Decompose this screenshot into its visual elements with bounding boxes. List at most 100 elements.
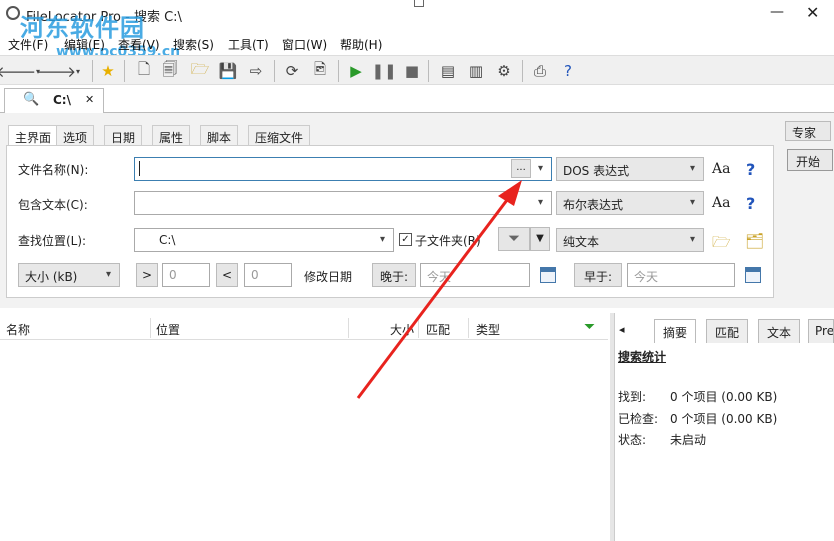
scroll-left-icon[interactable]: ◂ (619, 323, 625, 336)
document-tab-label: C:\ (53, 93, 71, 107)
menu-file[interactable]: 文件(F) (8, 36, 48, 53)
browse-button[interactable]: ... (511, 159, 531, 178)
location-input[interactable]: C:\ (134, 228, 394, 252)
document-tab-strip (0, 86, 834, 113)
search-icon: 🔍 (23, 92, 40, 107)
tab-archives[interactable]: 压缩文件 (248, 125, 311, 146)
help-book-icon[interactable]: ? (558, 61, 578, 81)
tab-text[interactable]: 文本 (758, 319, 801, 343)
menu-tools[interactable]: 工具(T) (228, 36, 269, 53)
help-icon[interactable]: ? (746, 194, 755, 213)
save-icon[interactable]: 💾 (218, 61, 238, 81)
before-button[interactable]: 早于: (574, 263, 622, 287)
pause-icon[interactable]: ❚❚ (371, 61, 396, 81)
expert-button[interactable]: 专家 (785, 121, 831, 141)
chevron-down-icon: ▾ (690, 163, 696, 174)
text-mode-select[interactable]: 纯文本 (556, 228, 704, 252)
restore-icon[interactable] (414, 0, 424, 7)
tab-options[interactable]: 选项 (56, 125, 95, 146)
layout-panels-icon[interactable]: ▤ (438, 61, 458, 81)
tab-preview[interactable]: Pre (808, 319, 834, 343)
filename-mode-select[interactable]: DOS 表达式 (556, 157, 704, 181)
max-size-input[interactable]: 0 (244, 263, 292, 287)
column-location[interactable]: 位置 (156, 321, 180, 338)
column-type[interactable]: 类型 (476, 321, 500, 338)
filename-input[interactable] (134, 157, 552, 181)
greater-than-button[interactable]: > (136, 263, 158, 287)
contains-input[interactable] (134, 191, 552, 215)
checked-label: 已检查: (618, 412, 659, 426)
start-button[interactable]: 开始 (787, 149, 833, 171)
subfolders-checkbox[interactable]: ✓ (399, 233, 412, 246)
tab-matches[interactable]: 匹配 (706, 319, 749, 343)
menu-search[interactable]: 搜索(S) (173, 36, 214, 53)
size-unit-select[interactable]: 大小 (kB) (18, 263, 120, 287)
column-name[interactable]: 名称 (6, 321, 30, 338)
tab-dates[interactable]: 日期 (104, 125, 143, 146)
chevron-down-icon: ▾ (106, 269, 112, 280)
status-label: 状态: (618, 433, 647, 447)
add-filter-icon[interactable]: ⏷ (584, 319, 595, 335)
calendar-icon[interactable] (540, 267, 556, 283)
minimize-button[interactable]: — (770, 4, 784, 20)
menu-help[interactable]: 帮助(H) (340, 36, 382, 53)
toolbar: 🡐 ▾ 🡒 ▾ ★ 🗋 🗐 🗁 💾 ⇨ ⟳ 🖻 ▶ ❚❚ ■ ▤ ▥ ⚙ ⎙ ? (0, 55, 834, 85)
new-copy-icon[interactable]: 🗐 (160, 60, 180, 81)
location-label: 查找位置(L): (18, 234, 87, 248)
close-window-button[interactable]: ✕ (806, 3, 819, 22)
settings-sheet-icon[interactable]: ⚙ (494, 61, 514, 81)
stop-icon[interactable]: ■ (402, 61, 422, 81)
title-bar: FileLocator Pro - 搜索 C:\ 河东软件园 — ✕ (0, 0, 834, 42)
tab-main[interactable]: 主界面 (8, 125, 59, 147)
app-search-icon (6, 6, 20, 20)
results-list[interactable] (0, 340, 610, 541)
min-size-input[interactable]: 0 (162, 263, 210, 287)
filter-icon[interactable]: ⏷ (498, 227, 530, 251)
size-unit-value: 大小 (kB) (25, 270, 78, 284)
chevron-down-icon[interactable]: ▾ (538, 197, 543, 208)
checked-value: 0 个项目 (0.00 KB) (670, 412, 778, 426)
before-date-input[interactable]: 今天 (627, 263, 735, 287)
help-icon[interactable]: ? (746, 160, 755, 179)
chevron-down-icon[interactable]: ▾ (380, 234, 385, 245)
export-icon[interactable]: ⇨ (246, 61, 266, 81)
layout-columns-icon[interactable]: ▥ (466, 61, 486, 81)
open-folder-icon[interactable]: 🗁 (712, 232, 731, 257)
new-document-icon[interactable]: 🗋 (134, 60, 154, 81)
play-icon[interactable]: ▶ (346, 61, 366, 81)
favorites-star-icon[interactable]: ★ (98, 61, 118, 81)
menu-view[interactable]: 查看(V) (118, 36, 160, 53)
status-value: 未启动 (670, 433, 707, 447)
image-document-icon[interactable]: 🖻 (310, 60, 330, 81)
folders-icon[interactable]: 🗂 (745, 232, 764, 250)
contains-mode-select[interactable]: 布尔表达式 (556, 191, 704, 215)
text-mode-value: 纯文本 (563, 235, 600, 249)
tab-summary[interactable]: 摘要 (654, 319, 697, 343)
found-label: 找到: (618, 390, 647, 404)
chevron-down-icon[interactable]: ▾ (538, 163, 543, 174)
column-size[interactable]: 大小 (390, 321, 414, 338)
contains-label: 包含文本(C): (18, 198, 88, 212)
filter-dropdown-icon[interactable]: ▼ (530, 227, 550, 251)
print-icon[interactable]: ⎙ (530, 61, 550, 81)
tab-attributes[interactable]: 属性 (152, 125, 191, 146)
forward-dropdown-icon[interactable]: ▾ (68, 61, 88, 81)
calendar-icon[interactable] (745, 267, 761, 283)
tab-script[interactable]: 脚本 (200, 125, 239, 146)
after-button[interactable]: 晚于: (372, 263, 416, 287)
text-cursor (139, 161, 140, 176)
forward-icon[interactable]: 🡒 (36, 61, 76, 81)
back-icon[interactable]: 🡐 (0, 61, 36, 81)
menu-window[interactable]: 窗口(W) (282, 36, 327, 53)
menu-edit[interactable]: 编辑(E) (64, 36, 105, 53)
less-than-button[interactable]: < (216, 263, 238, 287)
after-date-input[interactable]: 今天 (420, 263, 530, 287)
close-tab-icon[interactable]: ✕ (85, 93, 94, 106)
document-tab[interactable]: 🔍 C:\ ✕ (4, 88, 104, 114)
column-matches[interactable]: 匹配 (426, 321, 450, 338)
case-sensitive-icon[interactable]: Aa (712, 195, 730, 211)
refresh-document-icon[interactable]: ⟳ (282, 61, 302, 81)
case-sensitive-icon[interactable]: Aa (712, 161, 730, 177)
chevron-down-icon: ▾ (690, 234, 696, 245)
open-folder-icon[interactable]: 🗁 (190, 60, 210, 81)
